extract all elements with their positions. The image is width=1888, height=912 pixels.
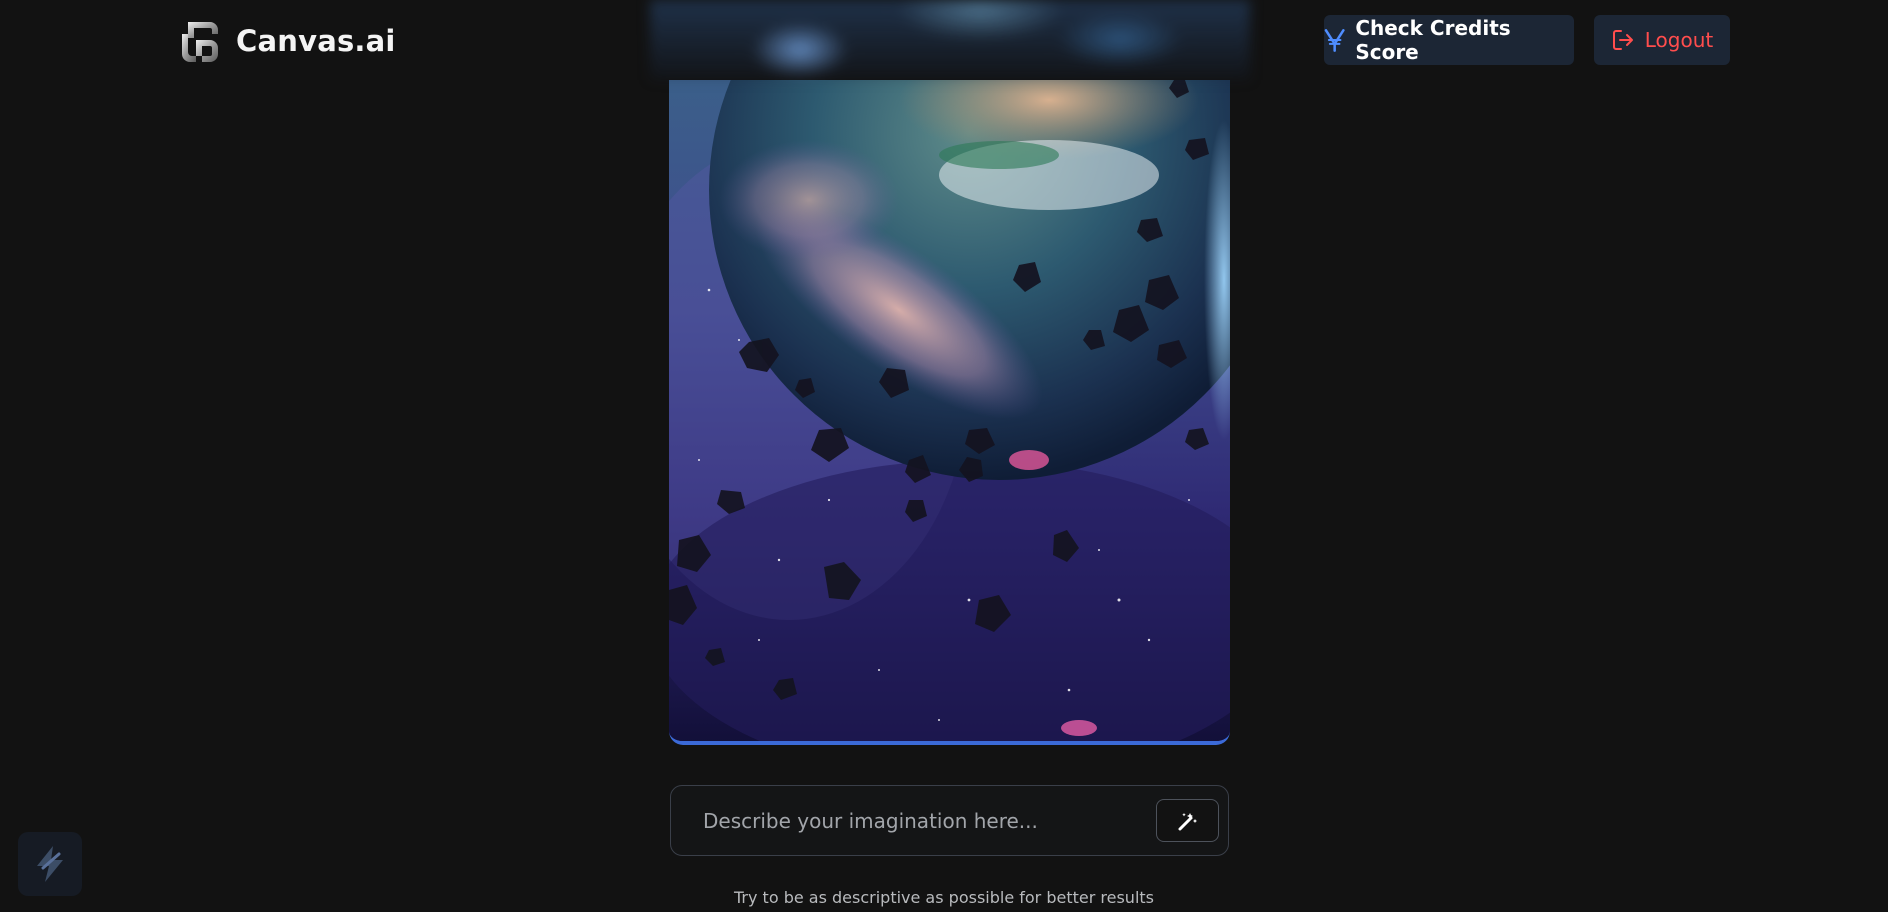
magic-wand-icon <box>1178 812 1197 830</box>
prompt-input[interactable] <box>701 807 1156 834</box>
credits-icon <box>1324 29 1345 52</box>
prompt-box <box>670 785 1229 856</box>
brand-link[interactable]: Canvas.ai <box>174 14 396 68</box>
generate-button[interactable] <box>1156 799 1219 842</box>
check-credits-button[interactable]: Check Credits Score <box>1324 15 1574 65</box>
prompt-hint: Try to be as descriptive as possible for… <box>733 888 1154 907</box>
stackblitz-bolt-icon <box>37 846 63 882</box>
image-top-blur <box>650 0 1250 80</box>
app-header: Canvas.ai Check Credits Score Logout <box>0 0 1888 80</box>
space-scene-illustration <box>669 80 1230 741</box>
generated-image <box>669 80 1230 745</box>
canvas-logo-icon <box>182 22 218 62</box>
corner-widget[interactable] <box>18 832 82 896</box>
brand-name: Canvas.ai <box>236 24 396 58</box>
check-credits-label: Check Credits Score <box>1355 16 1511 64</box>
logout-icon <box>1612 30 1633 50</box>
logout-label: Logout <box>1644 28 1714 52</box>
logout-button[interactable]: Logout <box>1594 15 1730 65</box>
